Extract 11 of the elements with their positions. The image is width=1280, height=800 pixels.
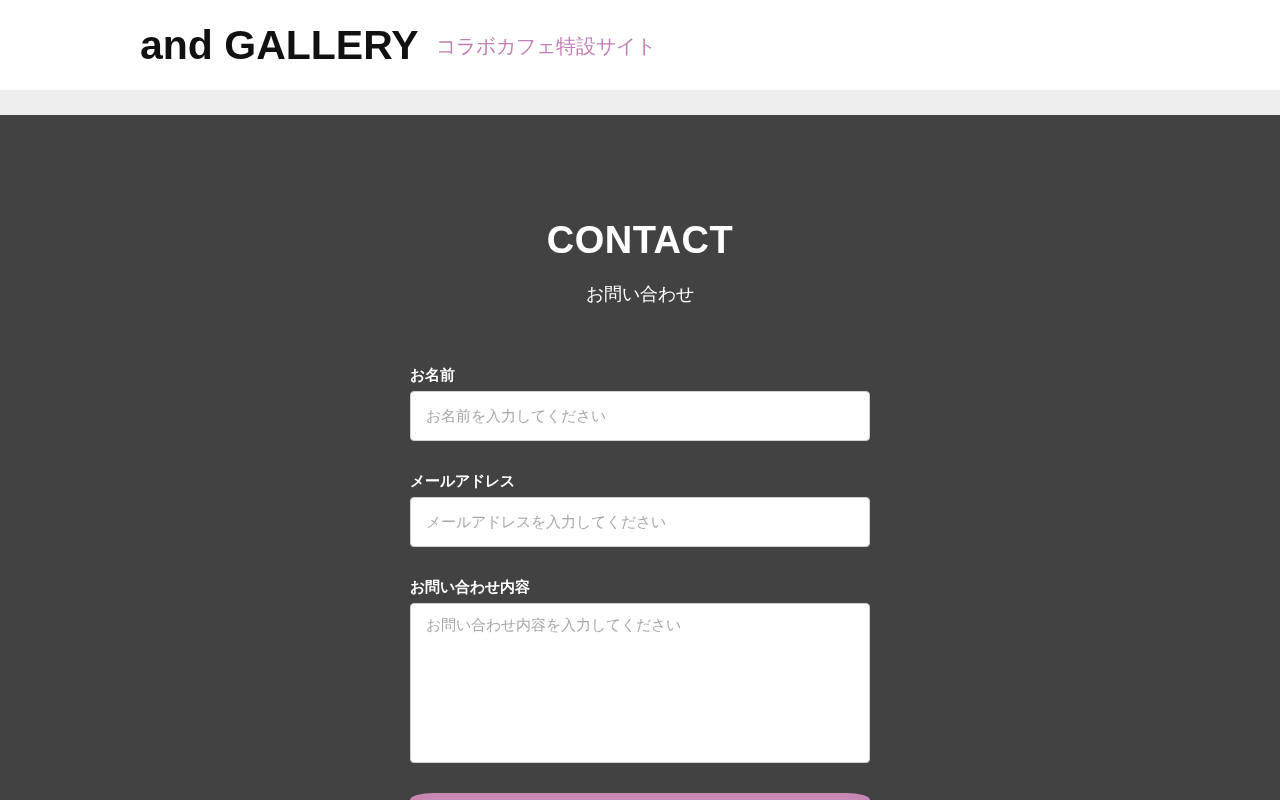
field-label: お問い合わせ内容 — [410, 577, 530, 598]
input-field[interactable]: メールアドレスを入力してください — [410, 497, 870, 547]
field-label: お名前 — [410, 365, 455, 386]
section-title: CONTACT — [546, 218, 734, 263]
input-field[interactable]: お名前を入力してください — [410, 391, 870, 441]
textarea-field[interactable]: お問い合わせ内容を入力してください — [410, 603, 870, 763]
logo[interactable]: and GALLERY — [140, 24, 419, 66]
site-subtitle: コラボカフェ特設サイト — [435, 34, 656, 58]
submit-button[interactable] — [410, 793, 870, 800]
field-label: メールアドレス — [410, 471, 515, 492]
section-subtitle: お問い合わせ — [586, 282, 694, 306]
